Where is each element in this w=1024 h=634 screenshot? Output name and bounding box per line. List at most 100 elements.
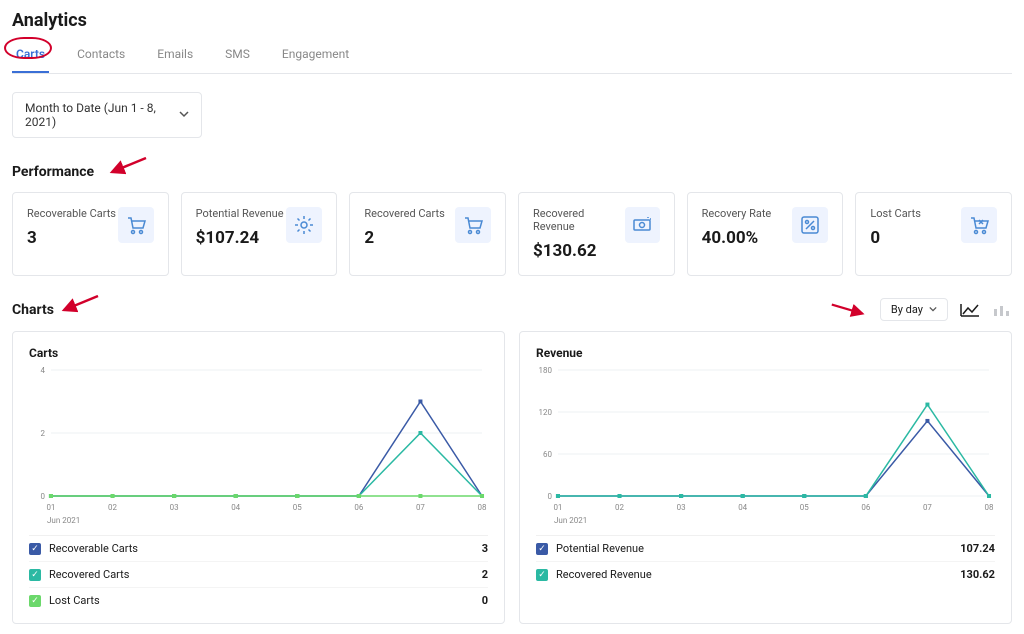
performance-heading: Performance — [12, 164, 1012, 180]
svg-text:02: 02 — [615, 503, 624, 512]
performance-grid: Recoverable Carts 3 Potential Revenue $107.… — [12, 192, 1012, 276]
svg-text:06: 06 — [354, 503, 363, 512]
svg-text:08: 08 — [985, 503, 994, 512]
perf-label: Recovered Carts — [364, 207, 444, 220]
bar-chart-icon[interactable] — [992, 302, 1012, 318]
svg-text:180: 180 — [539, 366, 553, 375]
legend-row: ✓ Recovered Carts 2 — [29, 562, 488, 588]
chart-legend: ✓ Potential Revenue 107.24 ✓ Recovered Reven… — [536, 535, 995, 587]
cart-icon — [455, 207, 491, 243]
chart-plot: 0 60 120 180 01 02 03 04 05 06 07 08 — [536, 364, 995, 514]
svg-text:2: 2 — [40, 429, 45, 438]
perf-card: Lost Carts 0 — [855, 192, 1012, 276]
chart-title: Revenue — [536, 346, 995, 360]
charts-heading: Charts — [12, 302, 54, 318]
perf-card: Recoverable Carts 3 — [12, 192, 169, 276]
legend-value: 0 — [482, 594, 488, 607]
tab-bar: Carts Contacts Emails SMS Engagement — [12, 41, 1012, 74]
legend-label: Recovered Revenue — [556, 568, 652, 581]
chevron-down-icon — [179, 108, 189, 122]
percent-icon — [792, 207, 828, 243]
perf-card: Recovered Carts 2 — [349, 192, 506, 276]
legend-swatch: ✓ — [536, 569, 548, 581]
x-axis-caption: Jun 2021 — [47, 516, 488, 525]
perf-value: 0 — [870, 228, 921, 248]
tab-engagement[interactable]: Engagement — [278, 41, 353, 73]
perf-card: Recovered Revenue $130.62 — [518, 192, 675, 276]
tab-sms[interactable]: SMS — [221, 41, 254, 73]
svg-text:120: 120 — [539, 408, 553, 417]
svg-text:02: 02 — [108, 503, 117, 512]
cart-icon — [118, 207, 154, 243]
tab-contacts[interactable]: Contacts — [73, 41, 129, 73]
chart-grid: Carts0240102030405060708Jun 2021✓Recover… — [12, 331, 1012, 624]
legend-swatch: ✓ — [29, 569, 41, 581]
perf-label: Recovered Revenue — [533, 207, 625, 233]
legend-label: Recovered Carts — [49, 568, 129, 581]
chart-title: Carts — [29, 346, 488, 360]
perf-value: 2 — [364, 228, 444, 248]
svg-text:06: 06 — [861, 503, 870, 512]
legend-label: Potential Revenue — [556, 542, 644, 555]
svg-text:08: 08 — [478, 503, 487, 512]
gear-icon — [286, 207, 322, 243]
perf-card: Recovery Rate 40.00% — [687, 192, 844, 276]
svg-text:0: 0 — [40, 492, 45, 501]
svg-text:01: 01 — [46, 503, 55, 512]
svg-text:01: 01 — [553, 503, 562, 512]
chart-plot: 0240102030405060708 — [29, 364, 488, 514]
legend-label: Lost Carts — [49, 594, 100, 607]
legend-row: ✓ Recovered Revenue 130.62 — [536, 562, 995, 587]
perf-label: Recoverable Carts — [27, 207, 116, 220]
chart-controls: By day — [828, 298, 1012, 321]
annotation-arrow-icon — [60, 294, 100, 314]
chart-legend: ✓ Recoverable Carts 3 ✓ Recovered Carts 2 ✓ Los… — [29, 535, 488, 613]
perf-value: $107.24 — [196, 228, 284, 248]
perf-label: Lost Carts — [870, 207, 921, 220]
perf-label: Recovery Rate — [702, 207, 772, 220]
perf-value: 3 — [27, 228, 116, 248]
svg-text:07: 07 — [416, 503, 425, 512]
legend-value: 130.62 — [960, 568, 995, 581]
chart-card-revenue: Revenue 0 60 120 180 01 02 03 04 05 06 07 08 Jun 2021… — [519, 331, 1012, 624]
svg-text:05: 05 — [293, 503, 302, 512]
legend-row: ✓ Potential Revenue 107.24 — [536, 536, 995, 562]
legend-row: ✓ Lost Carts 0 — [29, 588, 488, 613]
legend-row: ✓ Recoverable Carts 3 — [29, 536, 488, 562]
granularity-label: By day — [891, 303, 923, 316]
tab-emails[interactable]: Emails — [153, 41, 197, 73]
svg-text:03: 03 — [677, 503, 686, 512]
x-axis-caption: Jun 2021 — [554, 516, 995, 525]
svg-text:0: 0 — [547, 492, 552, 501]
legend-swatch: ✓ — [29, 595, 41, 607]
tab-carts[interactable]: Carts — [12, 41, 49, 73]
perf-value: $130.62 — [533, 241, 625, 261]
date-range-select[interactable]: Month to Date (Jun 1 - 8, 2021) — [12, 92, 202, 138]
legend-value: 2 — [482, 568, 488, 581]
annotation-arrow-icon — [108, 156, 148, 176]
svg-text:03: 03 — [170, 503, 179, 512]
perf-label: Potential Revenue — [196, 207, 284, 220]
money-icon — [625, 207, 660, 243]
legend-swatch: ✓ — [29, 543, 41, 555]
perf-value: 40.00% — [702, 228, 772, 248]
legend-value: 3 — [482, 542, 488, 555]
granularity-select[interactable]: By day — [880, 298, 948, 321]
svg-text:04: 04 — [738, 503, 747, 512]
cart-x-icon — [961, 207, 997, 243]
svg-text:4: 4 — [40, 366, 45, 375]
svg-text:60: 60 — [543, 450, 552, 459]
legend-swatch: ✓ — [536, 543, 548, 555]
annotation-arrow-icon — [828, 301, 868, 319]
page-title: Analytics — [12, 10, 1012, 31]
chart-card-carts: Carts0240102030405060708Jun 2021✓Recover… — [12, 331, 505, 624]
legend-label: Recoverable Carts — [49, 542, 138, 555]
svg-text:05: 05 — [800, 503, 809, 512]
perf-card: Potential Revenue $107.24 — [181, 192, 338, 276]
svg-text:04: 04 — [231, 503, 240, 512]
svg-text:07: 07 — [923, 503, 932, 512]
legend-value: 107.24 — [960, 542, 995, 555]
chevron-down-icon — [929, 303, 937, 316]
line-chart-icon[interactable] — [960, 302, 980, 318]
date-range-label: Month to Date (Jun 1 - 8, 2021) — [25, 101, 179, 129]
